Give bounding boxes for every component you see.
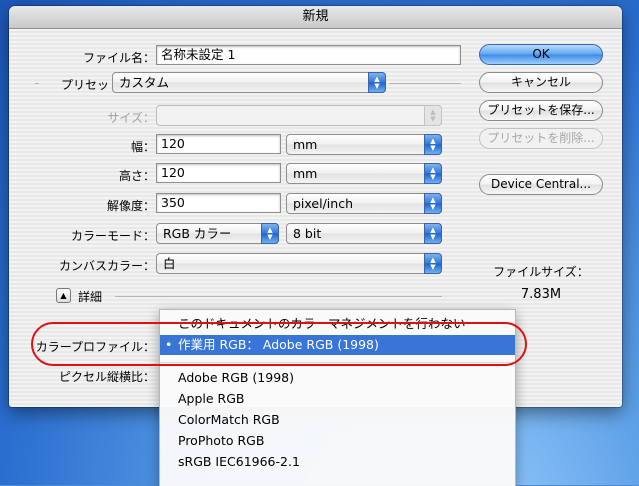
advanced-label: 詳細 [78, 290, 103, 304]
preset-value: カスタム [119, 75, 170, 90]
updown-arrows-icon: ▲ ▼ [424, 105, 442, 126]
color-mode-label: カラーモード： [70, 229, 155, 243]
pixel-aspect-label: ピクセル縦横比： [58, 370, 155, 384]
preset-group-line [35, 83, 39, 84]
annotation-highlight-ring [31, 322, 527, 366]
width-input[interactable]: 120 [156, 134, 281, 154]
filename-label: ファイル名： [82, 51, 155, 65]
menu-item-adobe-rgb[interactable]: Adobe RGB (1998) [160, 368, 515, 388]
resolution-unit-popup[interactable]: pixel/inch ▲ ▼ [286, 193, 442, 214]
resolution-input[interactable]: 350 [156, 193, 281, 213]
height-unit-popup[interactable]: mm ▲ ▼ [286, 163, 442, 184]
advanced-separator [115, 296, 442, 297]
height-label: 高さ： [118, 169, 155, 183]
width-unit-value: mm [293, 137, 318, 152]
size-label: サイズ： [107, 111, 155, 125]
color-mode-popup[interactable]: RGB カラー ▲ ▼ [156, 223, 279, 244]
menu-item-colormatch-rgb[interactable]: ColorMatch RGB [160, 410, 515, 430]
file-size-label: ファイルサイズ： [493, 265, 589, 279]
updown-arrows-icon: ▲ ▼ [424, 163, 442, 184]
resolution-label: 解像度： [106, 199, 155, 213]
updown-arrows-icon: ▲ ▼ [424, 193, 442, 214]
preset-group-line-right [389, 83, 461, 84]
updown-arrows-icon: ▲ ▼ [261, 223, 279, 244]
preset-popup[interactable]: カスタム ▲ ▼ [112, 72, 386, 93]
filename-input[interactable]: 名称未設定 1 [156, 45, 461, 65]
color-mode-value: RGB カラー [163, 226, 232, 241]
updown-arrows-icon: ▲ ▼ [424, 134, 442, 155]
menu-item-srgb[interactable]: sRGB IEC61966-2.1 [160, 452, 515, 472]
width-unit-popup[interactable]: mm ▲ ▼ [286, 134, 442, 155]
save-preset-button[interactable]: プリセットを保存... [479, 100, 603, 121]
bit-depth-value: 8 bit [293, 226, 322, 241]
canvas-color-value: 白 [163, 256, 176, 271]
height-input[interactable]: 120 [156, 163, 281, 183]
menu-item-prophoto-rgb[interactable]: ProPhoto RGB [160, 431, 515, 451]
updown-arrows-icon: ▲ ▼ [368, 72, 386, 93]
ok-button[interactable]: OK [479, 44, 603, 65]
cancel-button[interactable]: キャンセル [479, 72, 603, 93]
device-central-button[interactable]: Device Central... [479, 174, 603, 195]
height-unit-value: mm [293, 166, 318, 181]
bit-depth-popup[interactable]: 8 bit ▲ ▼ [286, 223, 442, 244]
triangle-up-icon: ▲ [60, 291, 67, 300]
file-size-value: 7.83M [520, 287, 562, 302]
advanced-disclosure-button[interactable]: ▲ [56, 288, 71, 303]
updown-arrows-icon: ▲ ▼ [424, 223, 442, 244]
canvas-color-label: カンバスカラー： [58, 259, 155, 273]
dialog-title: 新規 [9, 6, 622, 29]
canvas-color-popup[interactable]: 白 ▲ ▼ [156, 253, 442, 274]
width-label: 幅： [130, 140, 155, 154]
updown-arrows-icon: ▲ ▼ [424, 253, 442, 274]
size-popup: ▲ ▼ [156, 105, 442, 126]
delete-preset-button: プリセットを削除... [479, 128, 603, 149]
resolution-unit-value: pixel/inch [293, 196, 353, 211]
menu-item-apple-rgb[interactable]: Apple RGB [160, 389, 515, 409]
